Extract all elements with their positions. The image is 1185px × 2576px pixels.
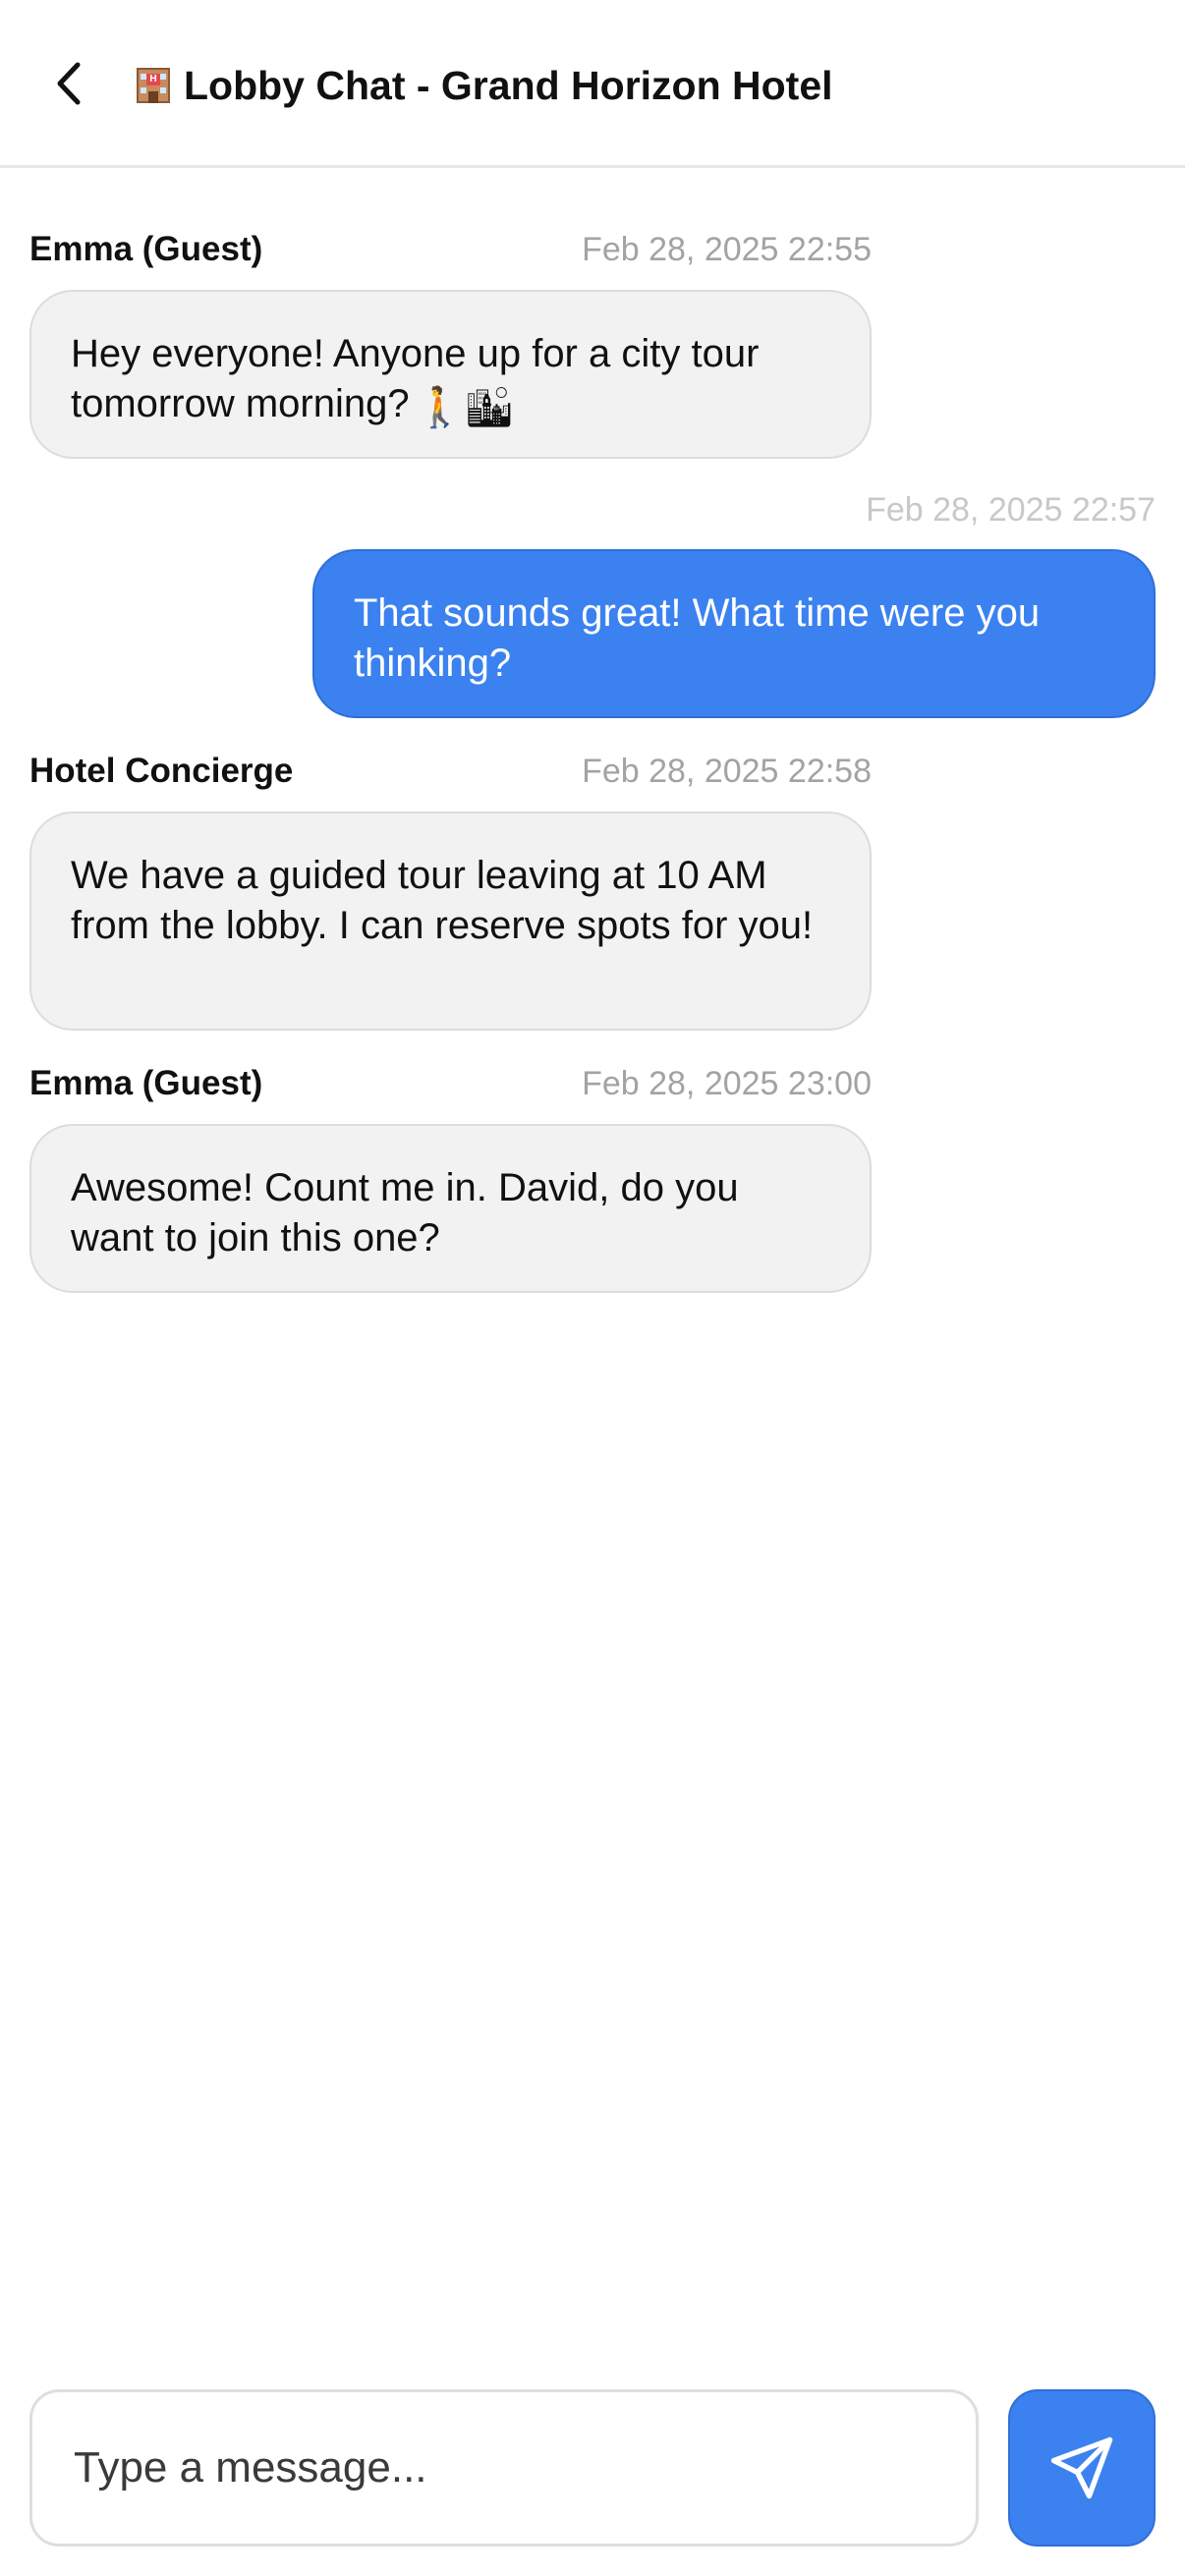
chat-header: H Lobby Chat - Grand Horizon Hotel bbox=[0, 0, 1185, 168]
message-text: We have a guided tour leaving at 10 AM f… bbox=[71, 854, 814, 947]
message-sender: Hotel Concierge bbox=[29, 752, 294, 790]
message-timestamp: Feb 28, 2025 22:55 bbox=[582, 231, 872, 268]
chat-title: Lobby Chat - Grand Horizon Hotel bbox=[184, 63, 833, 108]
message-text: Awesome! Count me in. David, do you want… bbox=[71, 1166, 739, 1260]
message-sender: Emma (Guest) bbox=[29, 230, 263, 268]
chevron-left-icon bbox=[57, 62, 81, 105]
message-bubble[interactable]: Awesome! Count me in. David, do you want… bbox=[29, 1124, 872, 1293]
send-icon bbox=[1050, 2436, 1113, 2499]
hotel-icon: H bbox=[133, 66, 174, 105]
message-sender: Emma (Guest) bbox=[29, 1064, 263, 1102]
message-timestamp: Feb 28, 2025 22:58 bbox=[582, 753, 872, 790]
message-emojis: 🚶🏙 bbox=[415, 386, 515, 429]
message-bubble-own[interactable]: That sounds great! What time were you th… bbox=[312, 549, 1156, 718]
message-text: That sounds great! What time were you th… bbox=[354, 591, 1041, 685]
message-timestamp: Feb 28, 2025 23:00 bbox=[582, 1065, 872, 1102]
message-bubble[interactable]: Hey everyone! Anyone up for a city tour … bbox=[29, 290, 872, 459]
send-button[interactable] bbox=[1008, 2389, 1156, 2547]
message-input-container bbox=[29, 2389, 979, 2547]
message-input[interactable] bbox=[72, 2442, 976, 2493]
back-button[interactable] bbox=[39, 54, 98, 113]
message-timestamp: Feb 28, 2025 22:57 bbox=[866, 491, 1156, 529]
page-title: H Lobby Chat - Grand Horizon Hotel bbox=[133, 61, 833, 110]
message-bubble[interactable]: We have a guided tour leaving at 10 AM f… bbox=[29, 812, 872, 1031]
